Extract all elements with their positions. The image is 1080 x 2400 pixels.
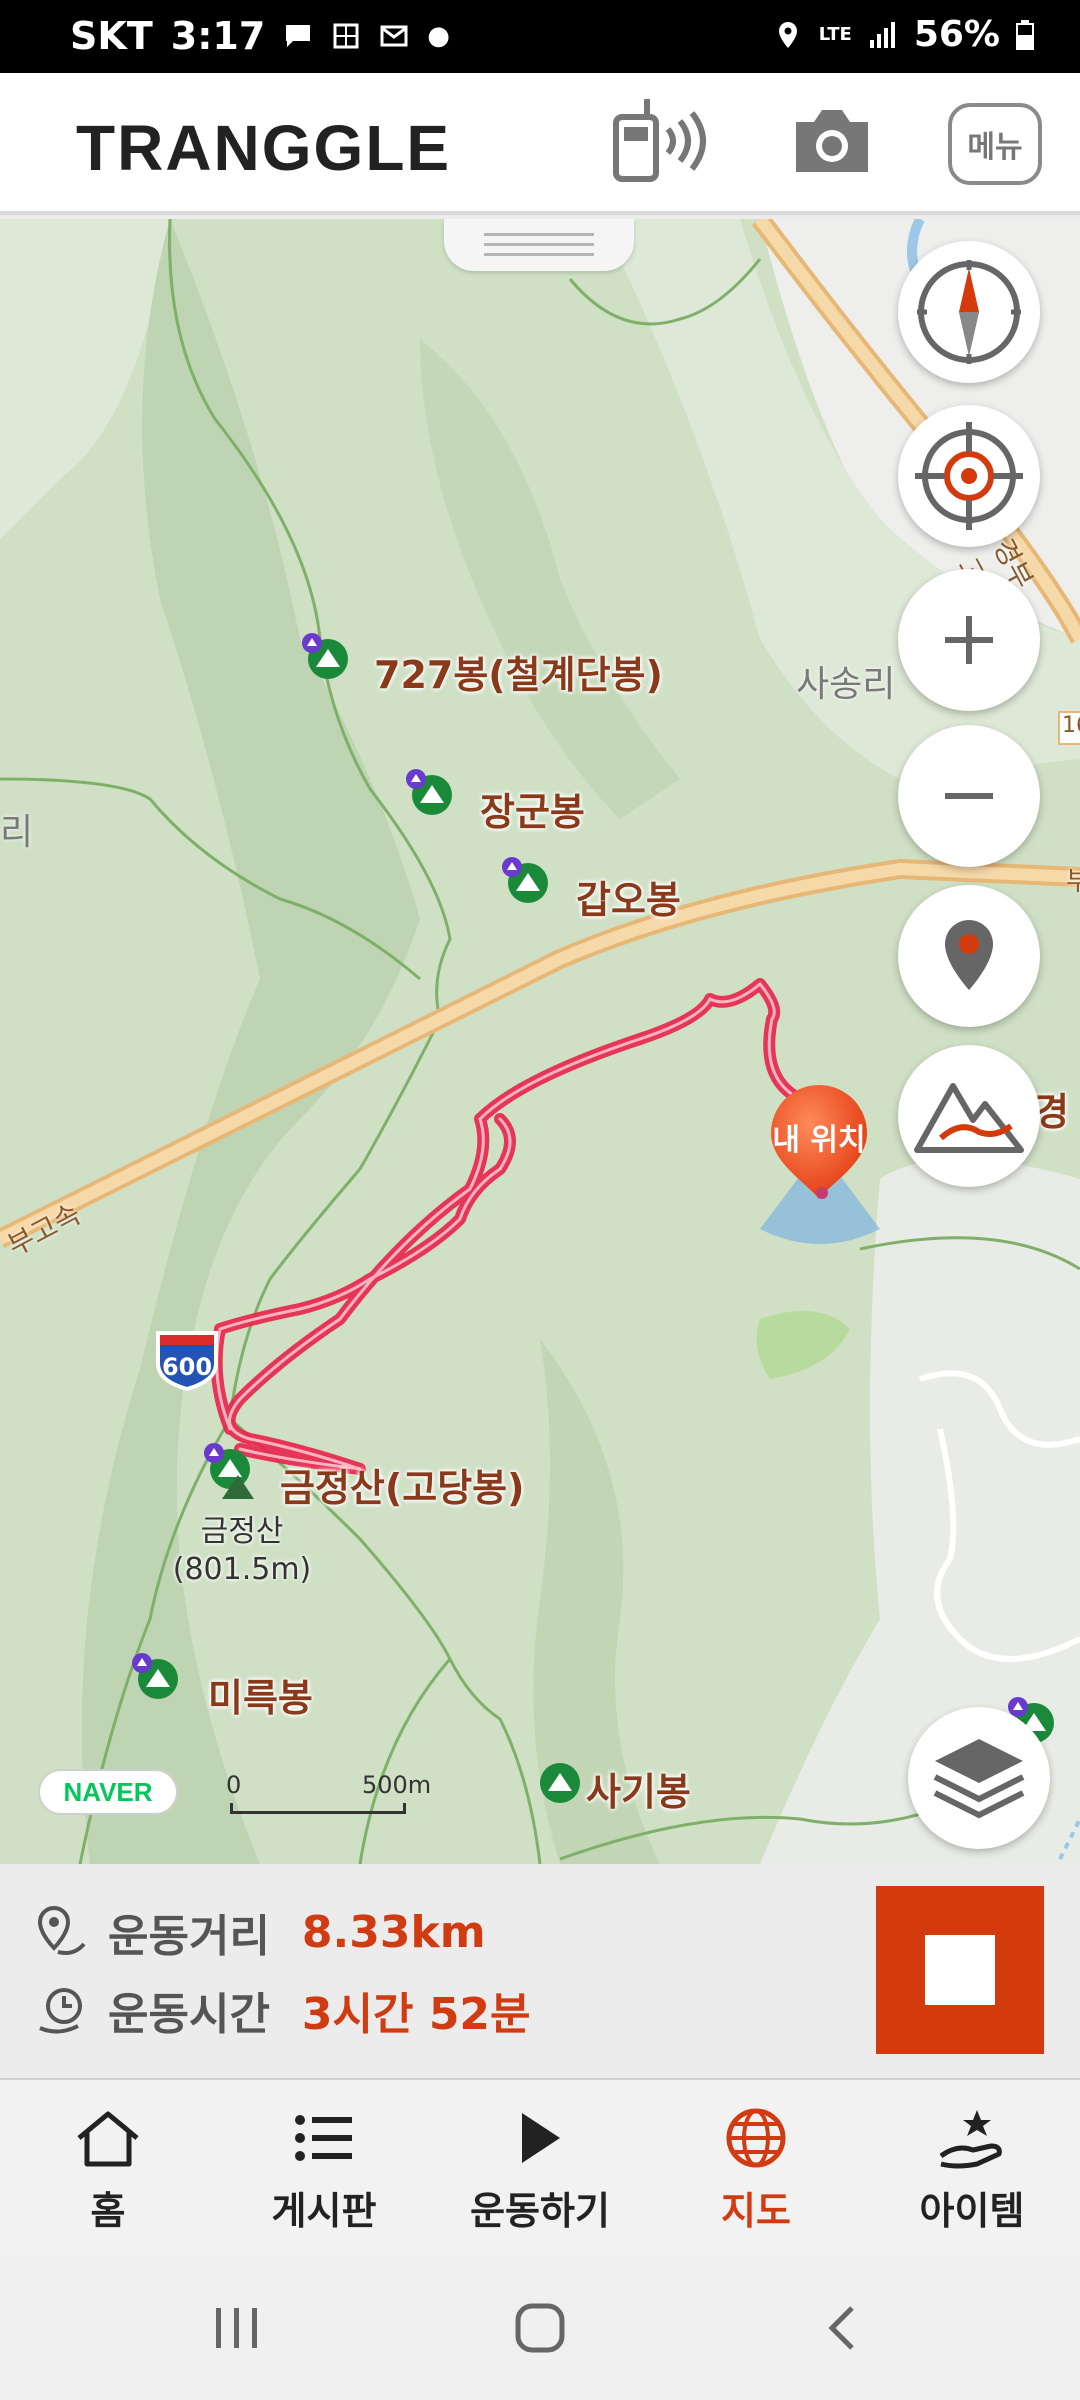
place-label: 사송리	[796, 664, 896, 705]
summit-icon	[222, 1475, 254, 1499]
carrier-label: SKT	[70, 14, 153, 58]
tab-label: 아이템	[919, 2189, 1025, 2233]
walkie-talkie-button[interactable]	[606, 95, 714, 187]
zoom-out-button[interactable]	[898, 725, 1040, 867]
peak-marker-icon[interactable]	[130, 1651, 180, 1701]
compass-icon	[917, 260, 1021, 364]
naver-logo: NAVER	[38, 1769, 178, 1815]
peak-label[interactable]: 갑오봉	[576, 869, 681, 924]
battery-label: 56%	[913, 14, 1000, 55]
map-pin-icon	[945, 920, 993, 990]
tab-workout[interactable]: 운동하기	[432, 2080, 648, 2256]
app-header: TRANGGLE 메뉴	[0, 73, 1080, 215]
tab-home[interactable]: 홈	[0, 2080, 216, 2256]
peak-marker-icon[interactable]	[404, 767, 454, 817]
distance-value: 8.33km	[301, 1906, 486, 1958]
scale-start: 0	[226, 1771, 242, 1799]
peak-marker-icon[interactable]	[500, 855, 550, 905]
back-button[interactable]	[824, 2304, 858, 2352]
peak-label[interactable]: 727봉(철계단봉)	[374, 644, 663, 699]
map-drawer-handle[interactable]	[444, 219, 634, 271]
road-number-badge: 16	[1058, 711, 1080, 745]
time-row: 운동시간 3시간 52분	[34, 1978, 531, 2042]
clock: 3:17	[170, 14, 266, 58]
battery-icon	[1016, 19, 1034, 50]
recent-apps-button[interactable]	[212, 2304, 262, 2352]
road-label: 부	[1066, 867, 1080, 897]
gallery-icon	[333, 23, 359, 49]
location-icon	[778, 21, 797, 48]
tab-items[interactable]: 아이템	[864, 2080, 1080, 2256]
zoom-in-button[interactable]	[898, 569, 1040, 711]
my-location-label: 내 위치	[772, 1123, 866, 1158]
system-nav-bar	[0, 2256, 1080, 2400]
distance-row: 운동거리 8.33km	[34, 1900, 486, 1964]
time-value: 3시간 52분	[301, 1989, 531, 2040]
tab-label: 게시판	[271, 2189, 377, 2233]
place-label: 리	[0, 812, 34, 853]
place-marker-button[interactable]	[898, 885, 1040, 1027]
clock-run-icon	[39, 1988, 82, 2034]
stop-workout-button[interactable]	[876, 1886, 1044, 2054]
map-layers-button[interactable]	[908, 1707, 1050, 1849]
peak-marker-icon[interactable]	[536, 1759, 582, 1805]
network-label: LTE	[818, 23, 852, 45]
summit-elevation: (801.5m)	[172, 1552, 312, 1587]
distance-label: 운동거리	[108, 1911, 270, 1962]
mountain-route-icon	[914, 1083, 1024, 1153]
compass-button[interactable]	[898, 241, 1040, 383]
peak-marker-icon[interactable]	[300, 631, 350, 681]
peak-label[interactable]: 사기봉	[586, 1761, 691, 1816]
tab-label: 운동하기	[470, 2189, 610, 2233]
highway-shield: 600	[154, 1327, 220, 1392]
distance-pin-icon	[37, 1905, 86, 1955]
app-logo: TRANGGLE	[76, 112, 452, 184]
elevation-profile-button[interactable]	[898, 1045, 1040, 1187]
mail-icon	[380, 25, 408, 47]
my-location-marker[interactable]: 내 위치	[764, 1081, 874, 1201]
play-icon	[522, 2113, 560, 2163]
scale-bar	[230, 1803, 406, 1814]
peak-label[interactable]: 장군봉	[480, 781, 585, 836]
highway-number: 600	[161, 1353, 213, 1381]
layers-icon	[933, 1739, 1025, 1819]
tab-map[interactable]: 지도	[648, 2080, 864, 2256]
camera-button[interactable]	[780, 95, 884, 187]
summit-name: 금정산	[200, 1514, 284, 1549]
walkie-talkie-icon	[613, 99, 706, 182]
item-hand-icon	[939, 2110, 1002, 2169]
globe-icon	[726, 2108, 786, 2168]
stop-icon	[925, 1935, 995, 2005]
peak-label[interactable]: 미륵봉	[208, 1667, 313, 1722]
tab-label: 지도	[721, 2189, 791, 2233]
status-bar: SKT 3:17 ● LTE 56%	[0, 0, 1080, 73]
scale-end: 500m	[362, 1771, 432, 1799]
minus-icon	[945, 793, 993, 799]
time-label: 운동시간	[108, 1989, 270, 2040]
peak-label[interactable]: 금정산(고당봉)	[280, 1457, 525, 1512]
message-icon	[286, 25, 311, 47]
home-icon	[77, 2111, 139, 2167]
summit-label: 금정산 (801.5m)	[172, 1513, 312, 1589]
home-button[interactable]	[514, 2302, 566, 2354]
crosshair-icon	[915, 422, 1023, 530]
map-scale: 0 500m	[226, 1771, 431, 1814]
camera-icon	[796, 110, 868, 172]
menu-button[interactable]: 메뉴	[948, 103, 1042, 185]
bottom-tab-bar: 홈 게시판 운동하기 지도 아이템	[0, 2080, 1080, 2256]
plus-icon	[945, 616, 993, 664]
dot-icon: ●	[427, 21, 450, 51]
tab-board[interactable]: 게시판	[216, 2080, 432, 2256]
signal-icon	[869, 21, 895, 48]
tab-label: 홈	[90, 2189, 126, 2233]
list-icon	[295, 2115, 352, 2161]
map-view[interactable]: 727봉(철계단봉) 장군봉 갑오봉 금정산(고당봉) 미륵봉 사기봉 금정산 …	[0, 219, 1080, 1864]
my-location-button[interactable]	[898, 405, 1040, 547]
